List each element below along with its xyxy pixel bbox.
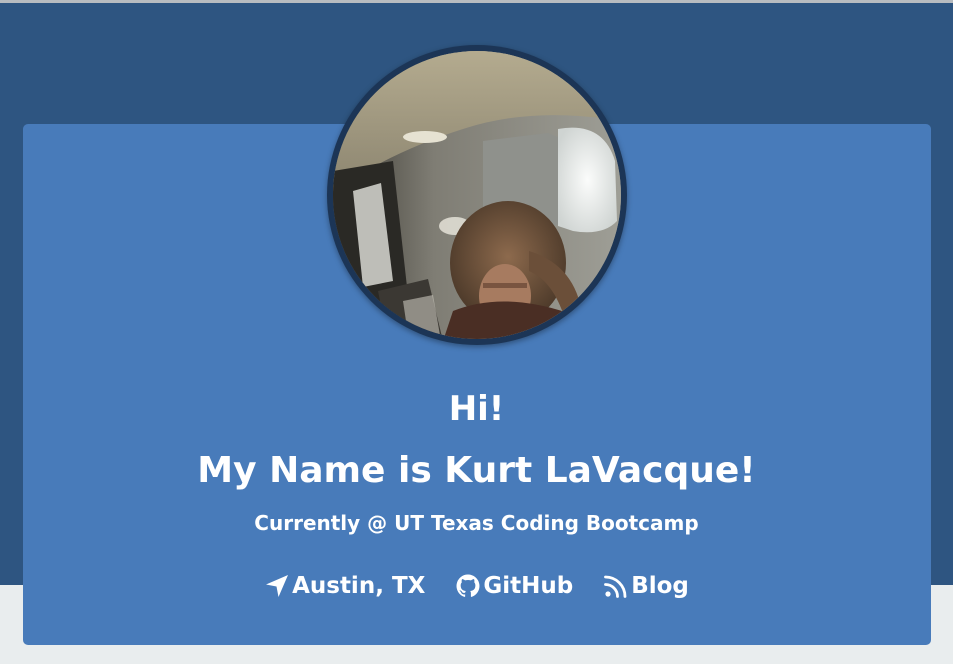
location-link[interactable]: Austin, TX	[264, 568, 425, 604]
blog-label: Blog	[631, 573, 689, 599]
avatar	[327, 45, 627, 345]
location-label: Austin, TX	[292, 573, 426, 599]
greeting-heading: Hi!	[448, 389, 505, 429]
location-arrow-icon	[264, 573, 290, 599]
blog-link[interactable]: Blog	[603, 568, 689, 604]
github-label: GitHub	[483, 573, 574, 599]
github-icon	[455, 573, 481, 599]
rss-icon	[603, 573, 629, 599]
name-heading: My Name is Kurt LaVacque!	[197, 450, 756, 491]
tagline: Currently @ UT Texas Coding Bootcamp	[254, 511, 699, 535]
github-link[interactable]: GitHub	[455, 568, 573, 604]
avatar-photo	[333, 51, 621, 339]
profile-links: Austin, TX GitHub Blog	[0, 568, 953, 604]
